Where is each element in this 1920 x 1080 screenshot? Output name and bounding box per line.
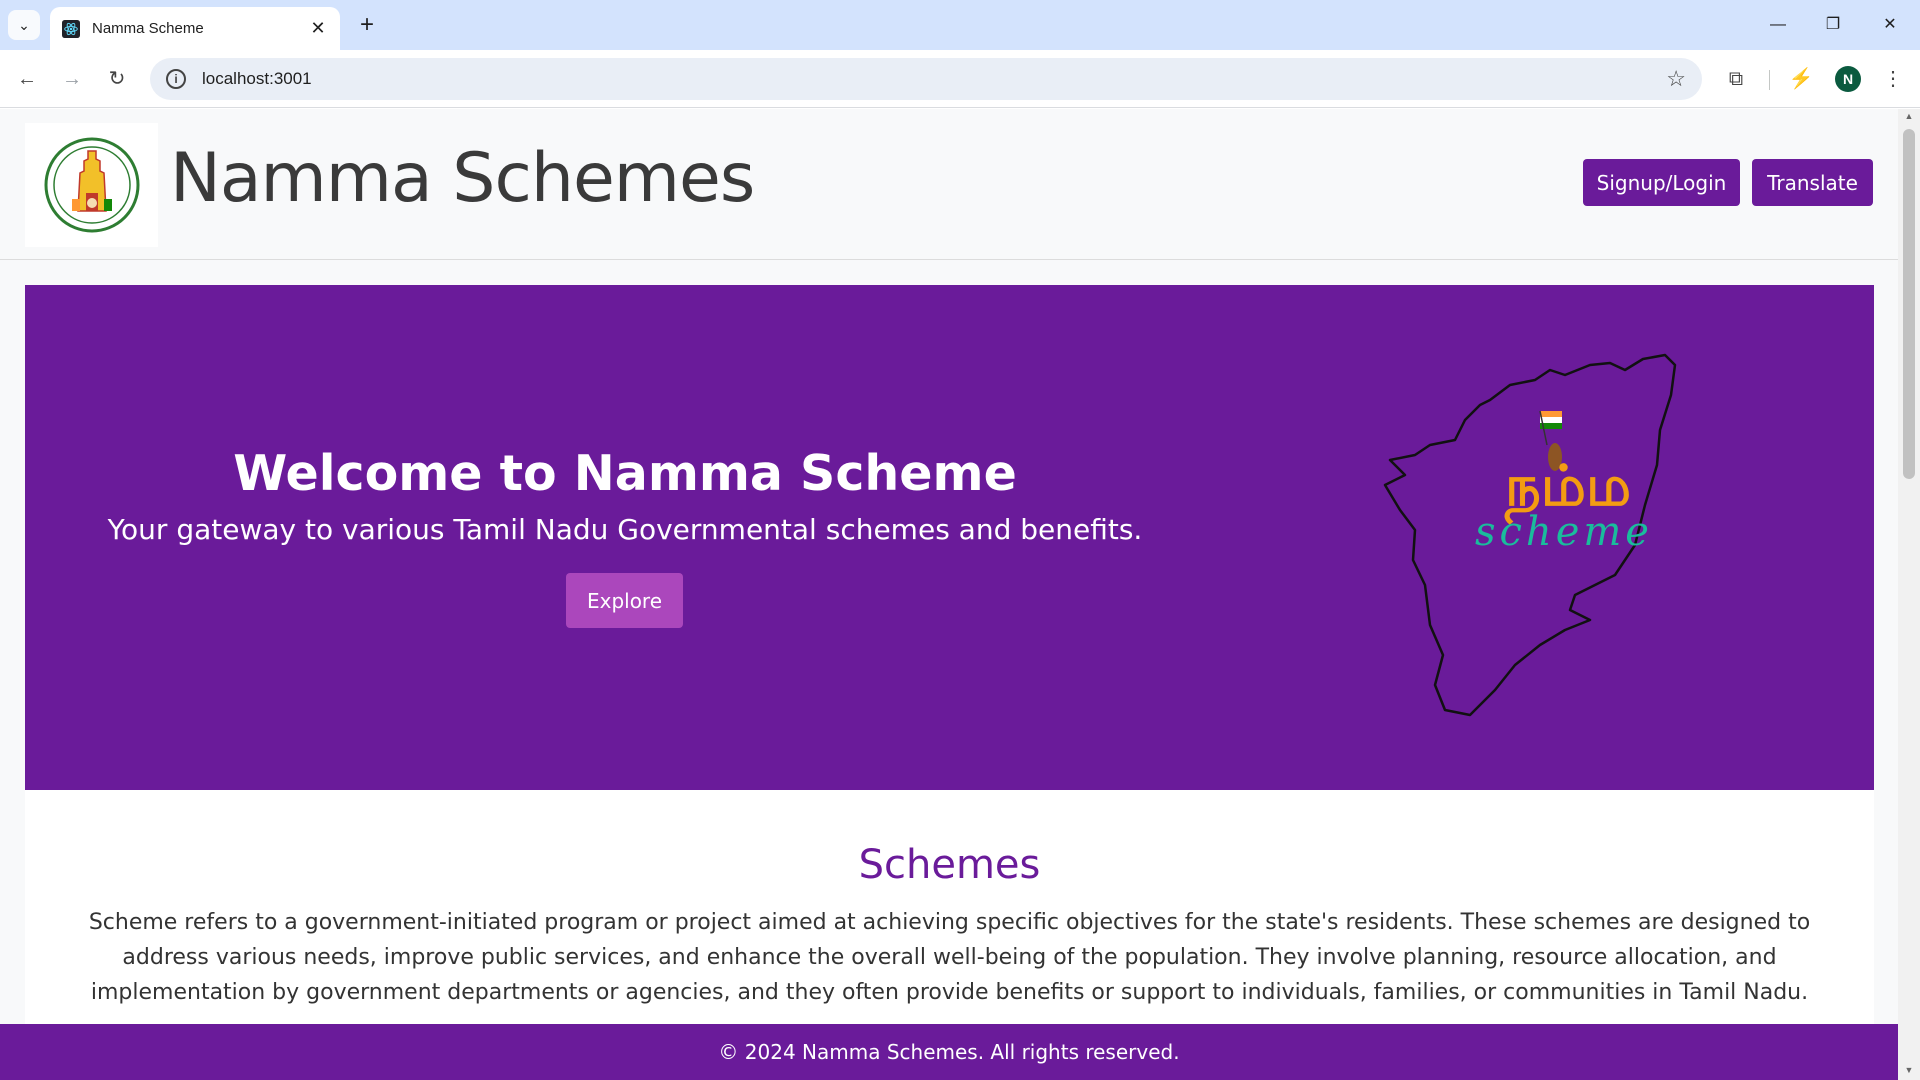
new-tab-plus-icon[interactable]: + — [352, 10, 382, 40]
window-close-icon[interactable]: ✕ — [1870, 10, 1910, 40]
minimize-icon[interactable]: — — [1758, 10, 1798, 40]
scroll-up-arrow-icon[interactable]: ▲ — [1903, 111, 1915, 121]
site-footer: © 2024 Namma Schemes. All rights reserve… — [0, 1024, 1898, 1080]
tab-title: Namma Scheme — [92, 20, 204, 37]
restore-icon[interactable]: ❐ — [1813, 10, 1853, 40]
reload-icon[interactable]: ↻ — [100, 62, 134, 96]
forward-arrow-icon[interactable]: → — [55, 62, 89, 96]
hero-banner: Welcome to Namma Scheme Your gateway to … — [25, 285, 1874, 790]
browser-tab-bar: ⌄ Namma Scheme ✕ + — ❐ ✕ — [0, 0, 1920, 50]
page-viewport: Namma Schemes Signup/Login Translate Wel… — [0, 109, 1898, 1080]
url-text[interactable]: localhost:3001 — [202, 69, 1666, 89]
tamil-nadu-map-icon: நம்ம scheme — [1383, 353, 1677, 717]
browser-toolbar: ← → ↻ i localhost:3001 ☆ ⧉ ⚡ N ⋮ — [0, 50, 1920, 108]
site-header: Namma Schemes Signup/Login Translate — [0, 109, 1898, 260]
menu-kebab-icon[interactable]: ⋮ — [1876, 62, 1910, 96]
translate-button[interactable]: Translate — [1752, 159, 1873, 206]
schemes-heading: Schemes — [858, 842, 1041, 888]
address-bar[interactable]: i localhost:3001 ☆ — [150, 58, 1702, 100]
schemes-description: Scheme refers to a government-initiated … — [88, 910, 1811, 1005]
scroll-down-arrow-icon[interactable]: ▼ — [1903, 1065, 1915, 1075]
map-logo-english-text: scheme — [1475, 509, 1653, 555]
toolbar-divider — [1769, 70, 1770, 90]
site-info-icon[interactable]: i — [166, 69, 186, 89]
tn-emblem-icon — [44, 137, 139, 233]
browser-tab[interactable]: Namma Scheme ✕ — [50, 7, 340, 50]
tab-search-chevron-icon[interactable]: ⌄ — [8, 10, 40, 40]
back-arrow-icon[interactable]: ← — [10, 62, 44, 96]
react-favicon-icon — [62, 19, 80, 38]
signup-login-button[interactable]: Signup/Login — [1583, 159, 1740, 206]
scrollbar-thumb[interactable] — [1903, 129, 1915, 479]
tn-emblem-logo — [25, 123, 158, 247]
profile-avatar[interactable]: N — [1835, 66, 1861, 92]
close-tab-icon[interactable]: ✕ — [308, 18, 328, 39]
bookmark-star-icon[interactable]: ☆ — [1666, 66, 1686, 92]
hero-title: Welcome to Namma Scheme — [233, 445, 1017, 502]
site-title: Namma Schemes — [170, 139, 755, 218]
hero-subtitle: Your gateway to various Tamil Nadu Gover… — [107, 513, 1143, 546]
page-scrollbar[interactable]: ▲ ▼ — [1898, 109, 1920, 1080]
performance-icon[interactable]: ⚡ — [1784, 62, 1818, 96]
explore-button[interactable]: Explore — [566, 573, 683, 628]
extensions-puzzle-icon[interactable]: ⧉ — [1719, 62, 1753, 96]
